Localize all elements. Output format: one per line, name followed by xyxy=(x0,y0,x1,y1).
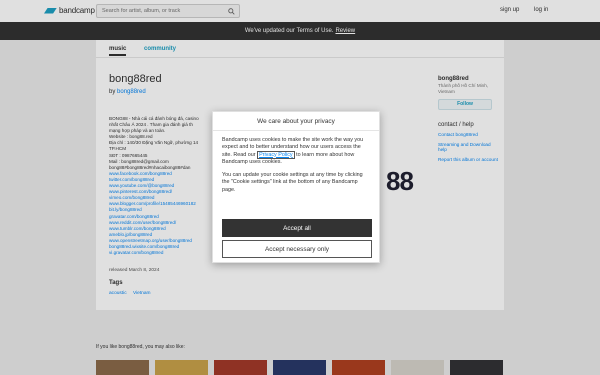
cookie-consent-dialog: We care about your privacy Bandcamp uses… xyxy=(212,111,380,263)
accept-necessary-button[interactable]: Accept necessary only xyxy=(222,240,372,258)
accept-all-button[interactable]: Accept all xyxy=(222,219,372,237)
dialog-paragraph-2: You can update your cookie settings at a… xyxy=(222,172,363,193)
privacy-policy-link[interactable]: Privacy Policy xyxy=(257,150,295,159)
dialog-paragraph-1: Bandcamp uses cookies to make the site w… xyxy=(222,137,370,166)
dialog-title: We care about your privacy xyxy=(213,112,379,131)
